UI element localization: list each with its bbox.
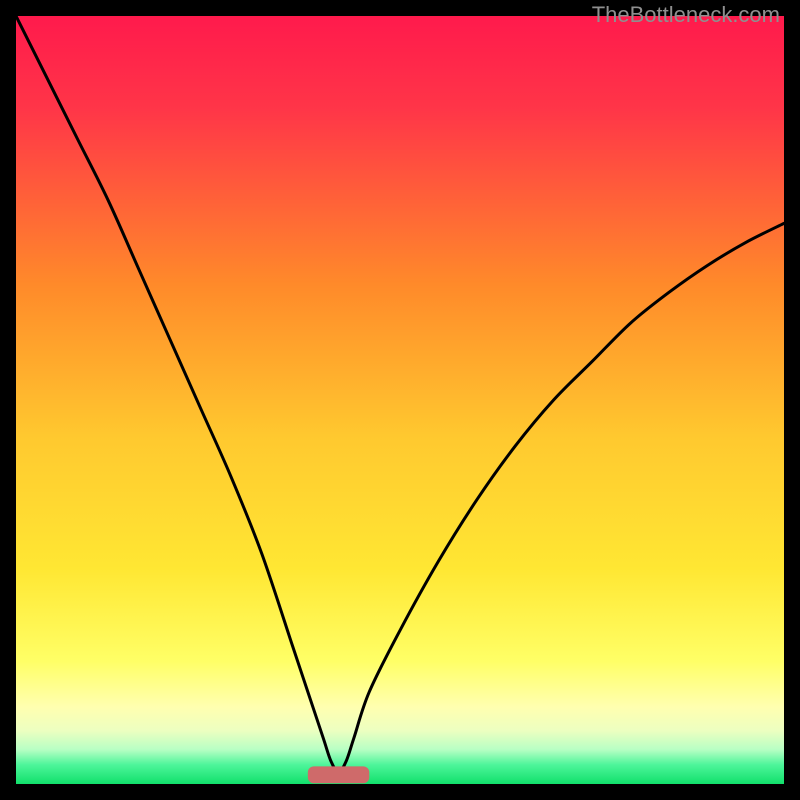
optimal-zone-marker: [308, 766, 369, 783]
bottleneck-chart: [16, 16, 784, 784]
gradient-background: [16, 16, 784, 784]
watermark-text: TheBottleneck.com: [592, 2, 780, 28]
chart-frame: [16, 16, 784, 784]
